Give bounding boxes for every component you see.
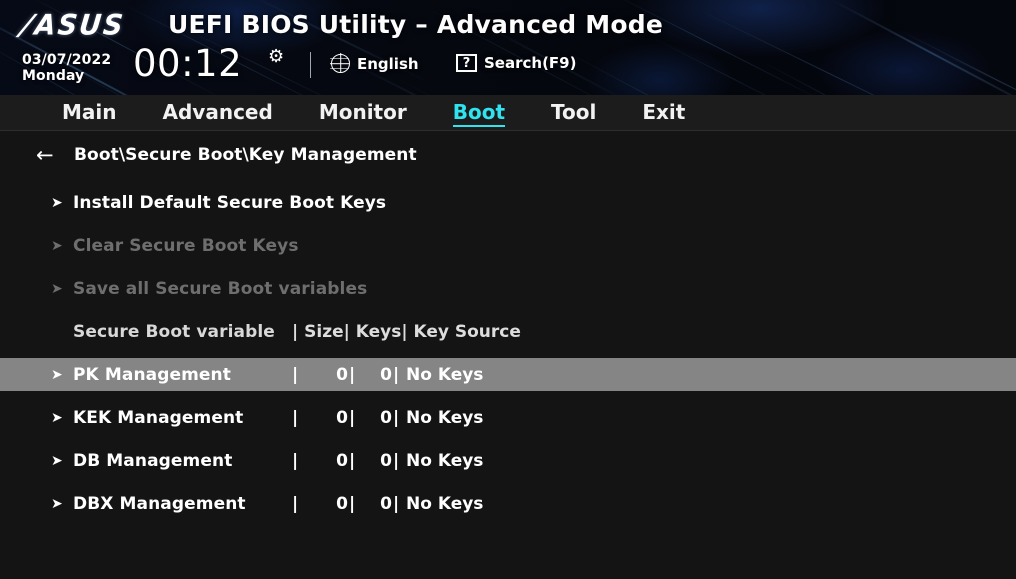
search-button[interactable]: ? Search(F9) [456, 54, 576, 72]
bios-banner: /ASUS UEFI BIOS Utility – Advanced Mode … [0, 0, 1016, 95]
table-row[interactable]: ➤ DB Management | 0 | 0 | No Keys [0, 444, 1016, 477]
column-separator: | [349, 450, 356, 471]
column-separator: | [349, 493, 356, 514]
table-header-row: ➤Secure Boot variable | Size| Keys| Key S… [0, 315, 1016, 348]
breadcrumb[interactable]: ← Boot\Secure Boot\Key Management [36, 143, 417, 167]
table-cell-keys: 0 [380, 493, 392, 514]
tab-exit[interactable]: Exit [642, 101, 685, 124]
table-header-columns: | Size| Keys| Key Source [292, 321, 521, 342]
tab-monitor[interactable]: Monitor [319, 101, 407, 124]
menu-item-label: Save all Secure Boot variables [73, 278, 368, 299]
bios-screen: /ASUS UEFI BIOS Utility – Advanced Mode … [0, 0, 1016, 579]
menu-item-clear-secure-boot-keys: ➤ Clear Secure Boot Keys [0, 229, 1016, 262]
spacer-icon: ➤ [51, 325, 73, 339]
arrow-bullet-icon: ➤ [51, 452, 63, 469]
arrow-bullet-icon: ➤ [51, 366, 63, 383]
table-row-label: DBX Management [73, 493, 246, 514]
date-value: 03/07/2022 [22, 52, 112, 68]
table-row[interactable]: ➤ PK Management | 0 | 0 | No Keys [0, 358, 1016, 391]
key-management-menu: ➤ Install Default Secure Boot Keys ➤ Clear … [0, 186, 1016, 530]
tab-boot[interactable]: Boot [452, 101, 506, 127]
tab-tool[interactable]: Tool [551, 101, 596, 124]
gear-icon[interactable]: ⚙ [268, 48, 284, 66]
table-row[interactable]: ➤ KEK Management | 0 | 0 | No Keys [0, 401, 1016, 434]
column-separator: | [393, 493, 400, 514]
date-display: 03/07/2022 Monday [22, 52, 111, 84]
asus-logo-text: ASUS [33, 9, 127, 42]
clock-display: 00:12 [133, 42, 243, 85]
arrow-bullet-icon: ➤ [51, 280, 63, 297]
table-cell-size: 0 [336, 364, 348, 385]
table-cell-key-source: No Keys [406, 493, 484, 514]
header-divider [310, 52, 311, 78]
table-row-label: PK Management [73, 364, 231, 385]
column-separator: | [292, 493, 299, 514]
table-cell-key-source: No Keys [406, 407, 484, 428]
tab-advanced[interactable]: Advanced [163, 101, 273, 124]
column-separator: | [349, 407, 356, 428]
language-label: English [357, 54, 419, 73]
column-separator: | [393, 407, 400, 428]
column-separator: | [292, 407, 299, 428]
main-nav-tabs: Main Advanced Monitor Boot Tool Exit [0, 95, 1016, 131]
table-header-name: Secure Boot variable [73, 321, 275, 342]
column-separator: | [292, 450, 299, 471]
column-separator: | [393, 450, 400, 471]
arrow-bullet-icon: ➤ [51, 409, 63, 426]
back-arrow-icon[interactable]: ← [36, 143, 66, 167]
table-row-label: DB Management [73, 450, 233, 471]
table-cell-keys: 0 [380, 364, 392, 385]
table-cell-keys: 0 [380, 450, 392, 471]
arrow-bullet-icon: ➤ [51, 495, 63, 512]
table-cell-size: 0 [336, 450, 348, 471]
breadcrumb-path: Boot\Secure Boot\Key Management [74, 145, 417, 165]
menu-item-install-default-secure-boot-keys[interactable]: ➤ Install Default Secure Boot Keys [0, 186, 1016, 219]
content-area: ← Boot\Secure Boot\Key Management ➤ Insta… [0, 131, 1016, 579]
language-selector[interactable]: English [331, 54, 419, 73]
page-title: UEFI BIOS Utility – Advanced Mode [168, 10, 663, 39]
table-row-label: KEK Management [73, 407, 244, 428]
column-separator: | [292, 364, 299, 385]
table-row[interactable]: ➤ DBX Management | 0 | 0 | No Keys [0, 487, 1016, 520]
column-separator: | [393, 364, 400, 385]
tab-main[interactable]: Main [62, 101, 117, 124]
table-cell-size: 0 [336, 493, 348, 514]
table-cell-key-source: No Keys [406, 450, 484, 471]
question-mark-icon: ? [456, 54, 477, 72]
table-cell-size: 0 [336, 407, 348, 428]
menu-item-label: Install Default Secure Boot Keys [73, 192, 387, 213]
menu-item-label: Clear Secure Boot Keys [73, 235, 299, 256]
table-cell-key-source: No Keys [406, 364, 484, 385]
arrow-bullet-icon: ➤ [51, 194, 63, 211]
table-cell-keys: 0 [380, 407, 392, 428]
weekday-value: Monday [22, 68, 85, 84]
globe-icon [331, 54, 350, 73]
arrow-bullet-icon: ➤ [51, 237, 63, 254]
search-label: Search(F9) [484, 54, 577, 72]
column-separator: | [349, 364, 356, 385]
asus-logo: /ASUS [16, 9, 127, 42]
menu-item-save-all-secure-boot-variables: ➤ Save all Secure Boot variables [0, 272, 1016, 305]
